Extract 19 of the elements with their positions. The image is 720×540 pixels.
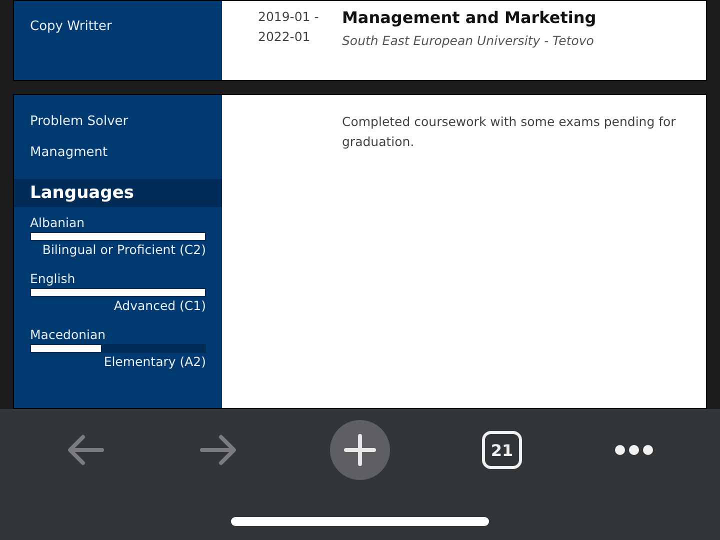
description-text: Completed coursework with some exams pending for graduation. <box>342 113 677 151</box>
tab-count-button[interactable]: 21 <box>482 431 522 469</box>
languages-heading: Languages <box>30 183 134 203</box>
back-arrow-icon[interactable] <box>66 433 106 467</box>
language-name: Macedonian <box>30 327 107 342</box>
proficiency-text: Bilingual or Proficient (C2) <box>42 241 206 259</box>
proficiency-text: Advanced (C1) <box>114 297 206 315</box>
proficiency-text: Elementary (A2) <box>104 353 206 371</box>
degree-title: Management and Marketing <box>342 7 598 29</box>
language-name: Albanian <box>30 215 86 230</box>
skill-text: Copy Writter <box>29 19 113 36</box>
university-text: South East European University - Tetovo <box>342 33 595 48</box>
forward-arrow-icon[interactable] <box>198 433 238 467</box>
skill-text: Problem Solver <box>29 114 130 131</box>
plus-icon <box>343 433 377 467</box>
date-range-text: 2019-01 - 2022-01 <box>257 8 320 46</box>
language-name: English <box>30 271 76 286</box>
skill-text: Managment <box>29 145 109 162</box>
more-icon[interactable] <box>614 444 654 456</box>
